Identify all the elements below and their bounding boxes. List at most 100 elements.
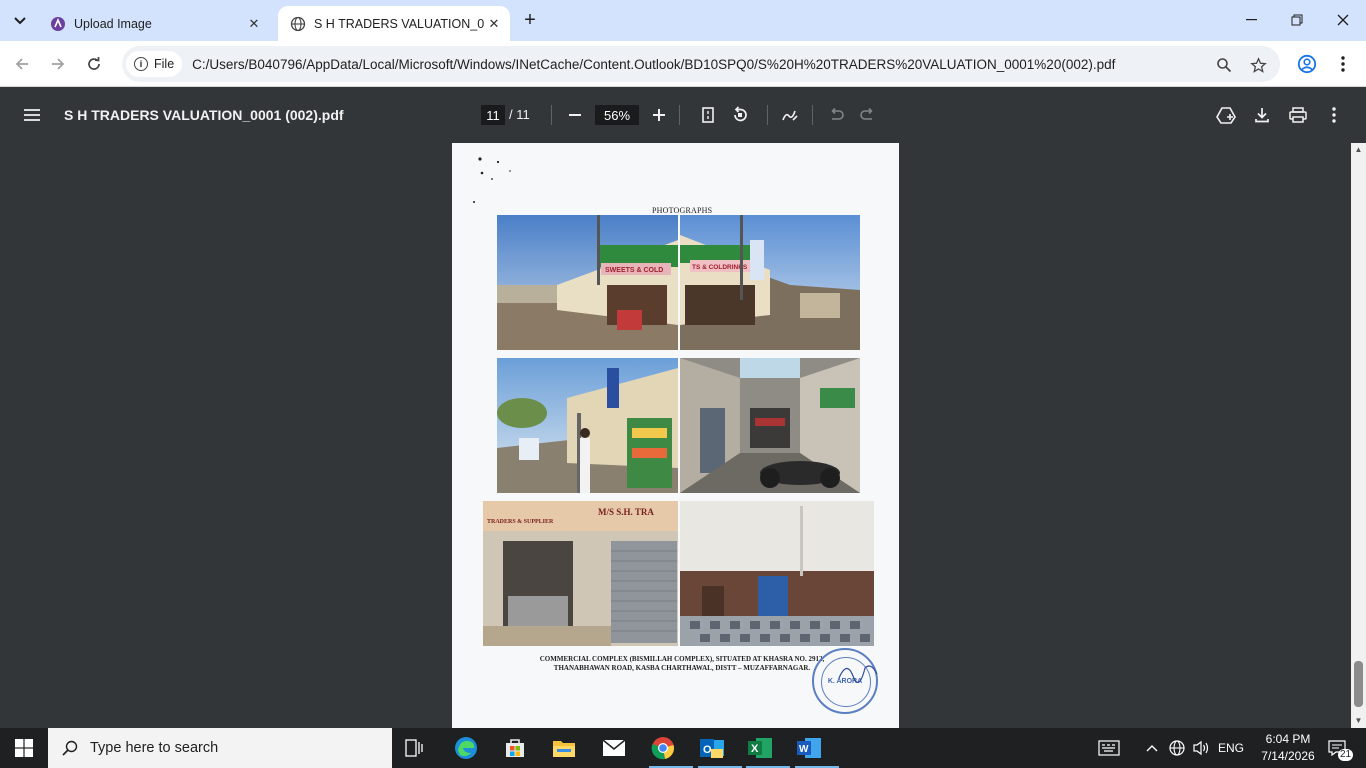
scan-speckles	[473, 157, 511, 203]
download-icon[interactable]	[1250, 103, 1274, 127]
pdf-viewer-area[interactable]: PHOTOGRAPHS SWEETS & COLD TS & COLDRINKS…	[0, 143, 1366, 728]
toolbar-divider	[812, 105, 813, 125]
task-view-icon[interactable]	[399, 732, 431, 764]
info-icon: i	[134, 57, 148, 71]
clock-date: 7/14/2026	[1261, 749, 1315, 763]
search-placeholder: Type here to search	[90, 740, 219, 756]
file-explorer-icon[interactable]	[548, 732, 580, 764]
restore-button[interactable]	[1274, 0, 1320, 40]
word-icon[interactable]: W	[793, 732, 839, 768]
zoom-in-icon[interactable]	[647, 103, 671, 127]
shop-sign-text: M/S S.H. TRA	[598, 507, 654, 517]
scroll-up-arrow-icon[interactable]: ▲	[1354, 145, 1363, 154]
save-to-drive-icon[interactable]	[1214, 103, 1238, 127]
signature	[838, 665, 878, 683]
mail-icon[interactable]	[598, 732, 630, 764]
shop-sign-text: SWEETS & COLD	[605, 267, 663, 274]
input-language[interactable]: ENG	[1214, 728, 1248, 768]
notification-count-badge: 21	[1338, 749, 1354, 761]
print-icon[interactable]	[1286, 103, 1310, 127]
minimize-button[interactable]	[1228, 0, 1274, 40]
forward-button[interactable]	[44, 50, 72, 78]
pdf-toolbar: S H TRADERS VALUATION_0001 (002).pdf 11 …	[0, 87, 1366, 143]
reload-icon	[88, 57, 100, 70]
notification-center-button[interactable]: 21	[1320, 728, 1354, 768]
redo-icon[interactable]	[856, 103, 880, 127]
photo-street-shops-1: SWEETS & COLD	[497, 215, 678, 350]
close-tab-icon[interactable]: ✕	[244, 14, 264, 34]
photo-shop-interior	[680, 501, 874, 646]
toolbar-divider	[551, 105, 552, 125]
keyboard-icon[interactable]	[1094, 728, 1124, 768]
page-total: / 11	[509, 107, 530, 122]
scroll-down-arrow-icon[interactable]: ▼	[1354, 716, 1363, 725]
new-tab-button[interactable]: +	[518, 8, 542, 32]
shop-sign-text: TS & COLDRINKS	[692, 264, 748, 271]
photo-street-shops-2: TS & COLDRINKS	[680, 215, 860, 350]
bookmark-star-icon[interactable]	[1248, 55, 1268, 75]
network-globe-icon[interactable]	[1166, 728, 1188, 768]
site-info-chip[interactable]: i File	[126, 51, 183, 77]
caption-line-1: COMMERCIAL COMPLEX (BISMILLAH COMPLEX), …	[539, 655, 825, 663]
caption-line-2: THANABHAWAN ROAD, KASBA CHARTHAWAL, DIST…	[553, 664, 811, 672]
close-tab-icon[interactable]: ✕	[484, 14, 504, 34]
rotate-icon[interactable]	[728, 103, 752, 127]
excel-icon[interactable]: X	[744, 732, 790, 768]
reload-button[interactable]	[80, 50, 108, 78]
edge-browser-icon[interactable]	[450, 732, 482, 764]
zoom-out-icon[interactable]	[563, 103, 587, 127]
undo-icon[interactable]	[824, 103, 848, 127]
back-arrow-icon	[15, 58, 28, 70]
pdf-file-title: S H TRADERS VALUATION_0001 (002).pdf	[64, 107, 344, 123]
profile-icon	[1297, 54, 1317, 74]
fit-page-icon[interactable]	[696, 103, 720, 127]
microsoft-store-icon[interactable]	[499, 732, 531, 764]
svg-text:W: W	[799, 744, 809, 755]
draw-annotation-icon[interactable]	[778, 103, 802, 127]
scheme-label: File	[154, 57, 175, 71]
show-hidden-icons-chevron-icon[interactable]	[1142, 728, 1162, 768]
windows-taskbar: Type here to search O X W ENG 6:04 PM 7/…	[0, 728, 1366, 768]
globe-icon	[290, 16, 306, 32]
outlook-icon[interactable]: O	[696, 732, 742, 768]
sidebar-menu-icon[interactable]	[20, 103, 44, 127]
browser-toolbar: i File C:/Users/B040796/AppData/Local/Mi…	[0, 41, 1366, 87]
clock-time: 6:04 PM	[1265, 732, 1311, 746]
toolbar-divider	[679, 105, 680, 125]
close-window-button[interactable]	[1320, 0, 1366, 40]
tab-upload-image[interactable]: Upload Image ✕	[38, 6, 270, 41]
shop-sign-text: TRADERS & SUPPLIER	[487, 519, 554, 525]
forward-arrow-icon	[52, 58, 65, 70]
photo-shop-front-pedestrian	[497, 358, 678, 493]
tab-pdf-document[interactable]: S H TRADERS VALUATION_0001 ✕	[278, 6, 510, 41]
svg-text:O: O	[703, 744, 712, 756]
taskbar-search-box[interactable]: Type here to search	[48, 728, 392, 768]
search-icon	[62, 740, 78, 756]
tab-strip: Upload Image ✕ S H TRADERS VALUATION_000…	[0, 0, 1366, 41]
start-button[interactable]	[0, 728, 48, 768]
pdf-more-options-icon[interactable]	[1322, 103, 1346, 127]
scrollbar-thumb[interactable]	[1354, 661, 1363, 707]
viewer-scrollbar[interactable]: ▲ ▼	[1351, 143, 1366, 728]
page-number-input[interactable]: 11	[481, 105, 505, 125]
zoom-level-input[interactable]: 56%	[595, 105, 639, 125]
pdf-page: PHOTOGRAPHS SWEETS & COLD TS & COLDRINKS…	[452, 143, 899, 728]
more-vertical-icon	[1341, 56, 1345, 72]
taskbar-clock[interactable]: 6:04 PM 7/14/2026	[1256, 731, 1320, 765]
photo-shutter-front: M/S S.H. TRA TRADERS & SUPPLIER	[483, 501, 678, 646]
photographs-heading: PHOTOGRAPHS	[652, 206, 713, 215]
browser-menu-button[interactable]	[1329, 50, 1357, 78]
profile-button[interactable]	[1293, 50, 1321, 78]
photo-corridor-bikes	[680, 358, 860, 493]
chevron-down-icon	[14, 17, 26, 25]
url-text[interactable]: C:/Users/B040796/AppData/Local/Microsoft…	[192, 57, 1115, 72]
svg-text:X: X	[751, 743, 759, 755]
app-favicon-icon	[50, 16, 66, 32]
windows-logo-icon	[15, 739, 33, 757]
tab-search-button[interactable]	[6, 7, 34, 35]
address-bar[interactable]: i File C:/Users/B040796/AppData/Local/Mi…	[122, 46, 1280, 82]
chrome-browser-icon[interactable]	[647, 732, 693, 768]
volume-icon[interactable]	[1190, 728, 1212, 768]
back-button[interactable]	[8, 50, 36, 78]
zoom-icon[interactable]	[1214, 55, 1234, 75]
